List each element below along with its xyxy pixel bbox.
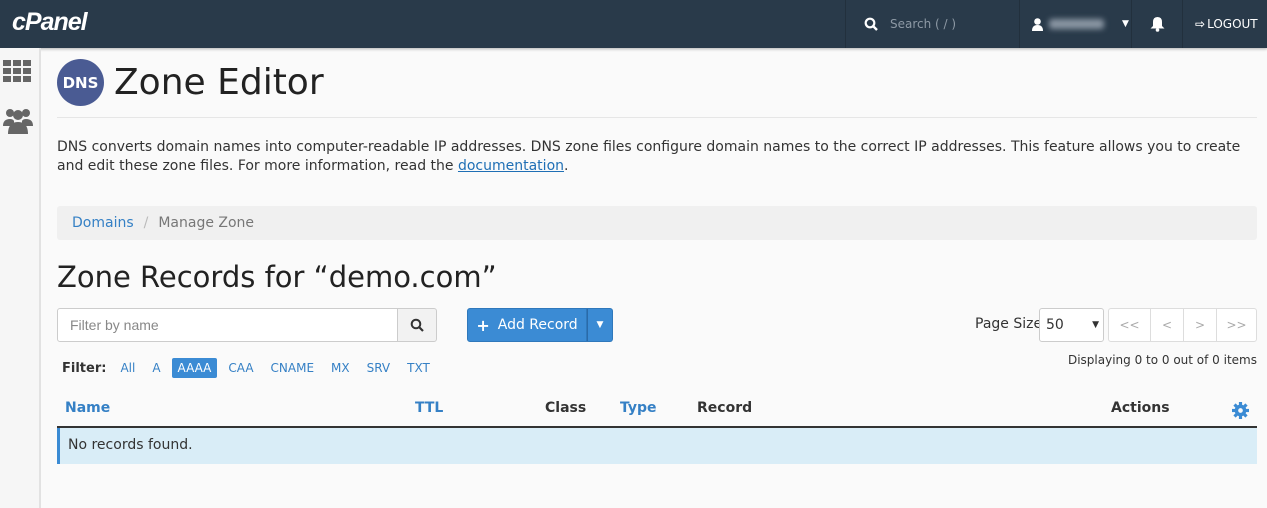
page-description: DNS converts domain names into computer-… (57, 139, 1241, 174)
sidebar (0, 48, 41, 508)
bell-icon (1150, 17, 1164, 32)
column-actions: Actions (1111, 400, 1170, 416)
documentation-link[interactable]: documentation (458, 158, 564, 174)
prev-page-button[interactable]: < (1150, 309, 1183, 341)
breadcrumb: Domains / Manage Zone (57, 206, 1257, 240)
add-record-button[interactable]: + Add Record (467, 308, 587, 342)
first-page-button[interactable]: << (1109, 309, 1150, 341)
main-content: DNS Zone Editor DNS converts domain name… (57, 48, 1257, 464)
empty-records-row: No records found. (57, 428, 1257, 464)
cpanel-logo[interactable]: cPanel (12, 8, 88, 37)
page-size-label: Page Size (975, 316, 1043, 332)
column-name[interactable]: Name (65, 400, 110, 416)
breadcrumb-separator: / (143, 215, 149, 231)
filter-by-name-input[interactable] (57, 308, 398, 342)
pagination: << < > >> (1108, 308, 1257, 342)
caret-down-icon: ▼ (596, 320, 604, 330)
notifications-button[interactable] (1131, 0, 1182, 48)
search-box[interactable]: Search ( / ) (845, 0, 1019, 48)
table-header: Name TTL Class Type Record Actions (57, 392, 1257, 428)
filter-label: Filter: (62, 360, 107, 376)
column-class: Class (545, 400, 587, 416)
filter-srv[interactable]: SRV (361, 358, 397, 378)
filter-a[interactable]: A (146, 358, 166, 378)
gear-icon[interactable] (1232, 402, 1249, 419)
user-icon (1032, 17, 1043, 31)
logout-label: LOGOUT (1207, 17, 1258, 31)
zone-records-heading: Zone Records for “demo.com” (57, 260, 497, 294)
logout-icon: ⇨ (1195, 17, 1206, 31)
filter-aaaa[interactable]: AAAA (171, 358, 218, 378)
column-ttl[interactable]: TTL (415, 400, 443, 416)
controls-bar: + Add Record ▼ Page Size 50▼ << < > >> (57, 308, 1257, 342)
chevron-down-icon: ▼ (1122, 19, 1129, 29)
filter-txt[interactable]: TXT (401, 358, 436, 378)
filter-cname[interactable]: CNAME (265, 358, 321, 378)
search-placeholder: Search ( / ) (890, 17, 957, 31)
search-icon (864, 17, 878, 31)
next-page-button[interactable]: > (1183, 309, 1216, 341)
last-page-button[interactable]: >> (1216, 309, 1256, 341)
breadcrumb-domains[interactable]: Domains (72, 215, 134, 231)
logout-button[interactable]: ⇨ LOGOUT (1182, 0, 1267, 48)
column-record: Record (697, 400, 753, 416)
page-size-select[interactable]: 50 ▼ (1039, 308, 1104, 342)
username-blurred (1049, 19, 1104, 29)
users-icon[interactable] (3, 106, 33, 134)
filter-mx[interactable]: MX (325, 358, 356, 378)
displaying-count: Displaying 0 to 0 out of 0 items (1067, 353, 1257, 367)
filter-all[interactable]: All (114, 358, 141, 378)
top-bar: cPanel Search ( / ) ▼ ⇨ LOGOUT (0, 0, 1267, 48)
add-record-label: Add Record (497, 317, 578, 333)
plus-icon: + (476, 315, 490, 335)
column-type[interactable]: Type (620, 400, 657, 416)
add-record-group: + Add Record ▼ (467, 308, 613, 342)
page-title: Zone Editor (114, 62, 324, 103)
search-icon (410, 318, 424, 332)
type-filter: Filter: All A AAAA CAA CNAME MX SRV TXT (62, 358, 441, 378)
breadcrumb-current: Manage Zone (158, 215, 255, 231)
user-menu[interactable]: ▼ (1019, 0, 1131, 48)
dns-zone-icon: DNS (57, 59, 104, 106)
caret-down-icon: ▼ (1092, 320, 1099, 330)
search-button[interactable] (397, 308, 437, 342)
filter-caa[interactable]: CAA (222, 358, 259, 378)
add-record-dropdown-toggle[interactable]: ▼ (587, 308, 613, 342)
page-header: DNS Zone Editor (57, 48, 1257, 118)
apps-grid-icon[interactable] (3, 60, 31, 82)
